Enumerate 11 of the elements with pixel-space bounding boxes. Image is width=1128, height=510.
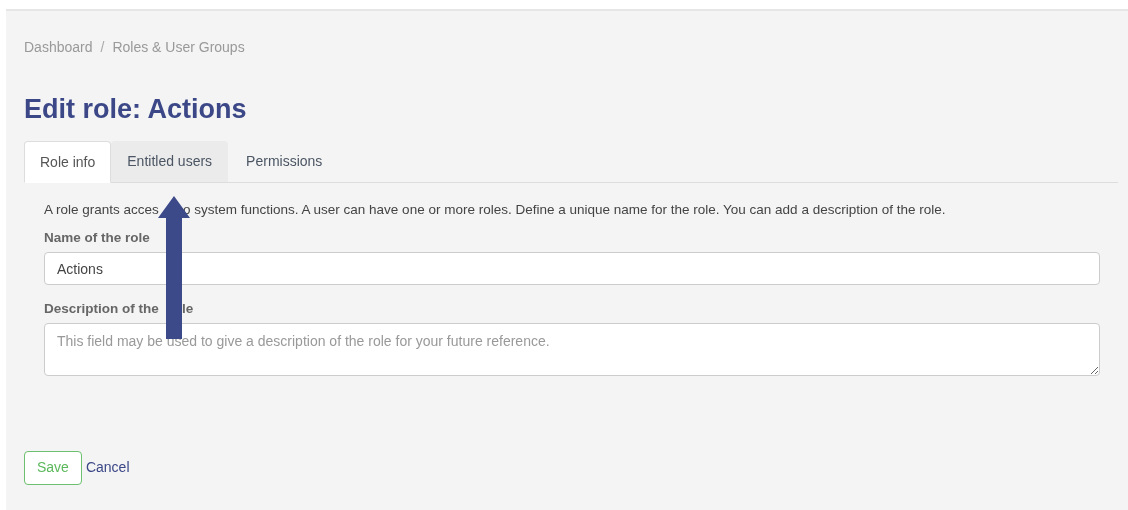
tab[interactable]: Role info <box>24 141 112 183</box>
tab[interactable]: Entitled users <box>111 141 229 182</box>
field-label: le <box>182 302 194 316</box>
intro-text: A role grants acces <box>44 203 160 217</box>
tab[interactable]: Permissions <box>228 141 341 182</box>
field-label: Name of the role <box>44 229 150 245</box>
cancel-link[interactable]: Cancel <box>85 457 130 478</box>
field-label: Description of the <box>44 302 160 316</box>
breadcrumb-separator: / <box>100 38 105 57</box>
input-field[interactable]: Actions <box>44 252 1100 285</box>
page-title: Edit role: Actions <box>24 96 247 123</box>
